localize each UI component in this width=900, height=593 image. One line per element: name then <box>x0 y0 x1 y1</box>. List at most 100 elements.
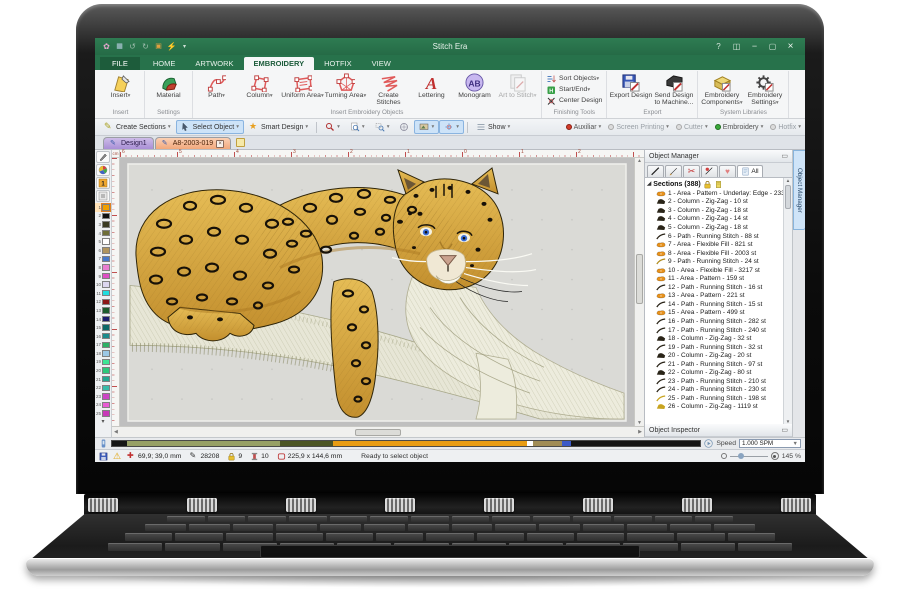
create-sections-button[interactable]: ✎Create Sections▾ <box>99 120 176 134</box>
object-list-item[interactable]: 2 - Column - Zig-Zag - 10 st <box>645 198 783 207</box>
canvas-horizontal-scrollbar[interactable]: ◀ ▶ <box>112 426 644 437</box>
ribbon-tab-embroidery[interactable]: EMBROIDERY <box>244 57 315 70</box>
mode-toggle-auxiliar[interactable]: Auxiliar▾ <box>566 124 602 131</box>
close-icon[interactable]: × <box>786 42 795 51</box>
fabric-tool[interactable] <box>96 190 110 202</box>
warning-icon[interactable]: ⚠ <box>113 452 122 461</box>
thread-color-21[interactable]: 21 <box>95 375 112 384</box>
material-button[interactable]: Material <box>147 71 190 99</box>
lettering-button[interactable]: ALettering <box>410 71 453 99</box>
send-design-to-machine-button[interactable]: Send Design to Machine... <box>652 71 695 107</box>
undo-icon[interactable]: ↺ <box>128 42 137 51</box>
object-list-item[interactable]: 17 - Path - Running Stitch - 240 st <box>645 326 783 335</box>
thread-color-10[interactable]: 10 <box>95 280 112 289</box>
guides-icon-button[interactable]: ▾ <box>439 120 464 134</box>
object-list-item[interactable]: 14 - Path - Running Stitch - 15 st <box>645 300 783 309</box>
object-list-scrollbar[interactable]: ▲ ▼ <box>783 178 792 424</box>
redo-icon[interactable]: ↻ <box>141 42 150 51</box>
ribbon-collapse-icon[interactable]: ◫ <box>732 42 741 51</box>
scroll-left-icon[interactable]: ◀ <box>114 429 118 435</box>
save-status-icon[interactable] <box>99 452 108 461</box>
object-list-item[interactable]: 20 - Column - Zig-Zag - 20 st <box>645 351 783 360</box>
play-icon[interactable] <box>704 439 713 448</box>
mode-toggle-hotfix[interactable]: Hotfix▾ <box>770 124 801 131</box>
restore-icon[interactable]: ▢ <box>768 42 777 51</box>
thread-color-17[interactable]: 17 <box>95 341 112 350</box>
thread-color-7[interactable]: 7 <box>95 255 112 264</box>
customize-icon[interactable]: ▾ <box>180 42 189 51</box>
embroidery-settings-button[interactable]: Embroidery Settings▾ <box>743 71 786 107</box>
ribbon-tab-home[interactable]: HOME <box>143 57 186 70</box>
pen-nib-tool[interactable] <box>96 151 110 163</box>
object-manager-side-tab[interactable]: Object Manager <box>793 150 805 230</box>
object-list-item[interactable]: 15 - Area - Pattern - 499 st <box>645 309 783 318</box>
thread-one-tool[interactable]: 1 <box>96 177 110 189</box>
object-list-item[interactable]: 13 - Area - Pattern - 221 st <box>645 292 783 301</box>
design-canvas[interactable] <box>120 158 634 426</box>
show-button[interactable]: Show▾ <box>471 120 515 134</box>
zoom-rect-icon-button[interactable]: ▾ <box>370 120 395 134</box>
package-icon[interactable]: ▣ <box>154 42 163 51</box>
zoom-slider-handle[interactable] <box>738 453 744 459</box>
filter-tab-all[interactable]: All <box>737 165 763 177</box>
thread-color-4[interactable]: 4 <box>95 229 112 238</box>
ribbon-tab-file[interactable]: FILE <box>100 57 140 70</box>
lightning-icon[interactable]: ⚡ <box>167 42 176 51</box>
thread-sequence-bar[interactable] <box>111 440 701 447</box>
object-list-item[interactable]: 26 - Column - Zig-Zag - 1119 st <box>645 403 783 412</box>
thread-color-15[interactable]: 15 <box>95 323 112 332</box>
close-tab-icon[interactable]: × <box>216 140 224 148</box>
thread-color-18[interactable]: 18 <box>95 349 112 358</box>
monogram-button[interactable]: ABMonogram <box>453 71 496 99</box>
sort-objects-button[interactable]: Sort Objects▾ <box>544 74 601 84</box>
object-list-item[interactable]: 19 - Path - Running Stitch - 32 st <box>645 343 783 352</box>
scroll-right-icon[interactable]: ▶ <box>638 429 642 435</box>
turning-area-button[interactable]: Turning Area▾ <box>324 71 367 100</box>
object-list-item[interactable]: 7 - Area - Flexible Fill - 821 st <box>645 240 783 249</box>
horizontal-scroll-thumb[interactable] <box>355 429 401 436</box>
object-inspector-header[interactable]: Object Inspector ▭ <box>645 424 792 437</box>
object-list-item[interactable]: 25 - Path - Running Stitch - 198 st <box>645 394 783 403</box>
document-tab-a8-2003-019[interactable]: ✎A8-2003-019× <box>155 137 231 149</box>
new-design-icon[interactable] <box>236 138 245 147</box>
object-list-item[interactable]: 22 - Column - Zig-Zag - 80 st <box>645 368 783 377</box>
mode-toggle-embroidery[interactable]: Embroidery▾ <box>715 124 764 131</box>
zoom-page-icon-button[interactable]: ▾ <box>345 120 370 134</box>
insert-button[interactable]: Insert▾ <box>99 71 142 100</box>
thread-color-12[interactable]: 12 <box>95 298 112 307</box>
object-list-item[interactable]: 24 - Path - Running Stitch - 230 st <box>645 386 783 395</box>
ribbon-tab-artwork[interactable]: ARTWORK <box>185 57 243 70</box>
center-design-button[interactable]: Center Design <box>544 96 604 106</box>
thread-color-9[interactable]: 9 <box>95 272 112 281</box>
zoom-control[interactable]: 145 % <box>721 452 801 460</box>
zoom-slider[interactable] <box>730 456 768 457</box>
object-list-item[interactable]: 1 - Area - Pattern - Underlay: Edge - 23… <box>645 189 783 198</box>
document-tab-design1[interactable]: ✎Design1 <box>103 137 154 149</box>
object-list-item[interactable]: 8 - Area - Flexible Fill - 2003 st <box>645 249 783 258</box>
object-list-item[interactable]: 21 - Path - Running Stitch - 97 st <box>645 360 783 369</box>
speed-select[interactable]: 1.000 SPM ▼ <box>739 439 801 448</box>
view-mode-icon-button[interactable]: ▾ <box>414 120 439 134</box>
object-list-item[interactable]: 4 - Column - Zig-Zag - 14 st <box>645 215 783 224</box>
thread-color-2[interactable]: 2 <box>95 212 112 221</box>
zoom-out-icon[interactable] <box>721 453 727 459</box>
object-list-item[interactable]: 10 - Area - Flexible Fill - 3217 st <box>645 266 783 275</box>
thread-color-5[interactable]: 5 <box>95 237 112 246</box>
filter-tab-stroke[interactable] <box>647 165 664 177</box>
export-design-button[interactable]: Export Design <box>609 71 652 99</box>
thread-color-1[interactable]: 1 <box>95 203 112 212</box>
thread-color-20[interactable]: 20 <box>95 366 112 375</box>
app-flower-icon[interactable]: ✿ <box>102 42 111 51</box>
minimize-icon[interactable]: − <box>750 42 759 51</box>
object-list-item[interactable]: 18 - Column - Zig-Zag - 32 st <box>645 334 783 343</box>
uniform-area-button[interactable]: Uniform Area▾ <box>281 71 324 100</box>
object-list-item[interactable]: 23 - Path - Running Stitch - 210 st <box>645 377 783 386</box>
vertical-scroll-thumb[interactable] <box>636 254 643 304</box>
object-list-item[interactable]: 5 - Column - Zig-Zag - 18 st <box>645 223 783 232</box>
thread-color-16[interactable]: 16 <box>95 332 112 341</box>
thread-color-25[interactable]: 25 <box>95 409 112 418</box>
mode-toggle-screen-printing[interactable]: Screen Printing▾ <box>608 124 669 131</box>
thread-color-19[interactable]: 19 <box>95 358 112 367</box>
save-icon[interactable]: ▦ <box>115 42 124 51</box>
filter-tab-pencil-stroke[interactable] <box>665 165 682 177</box>
